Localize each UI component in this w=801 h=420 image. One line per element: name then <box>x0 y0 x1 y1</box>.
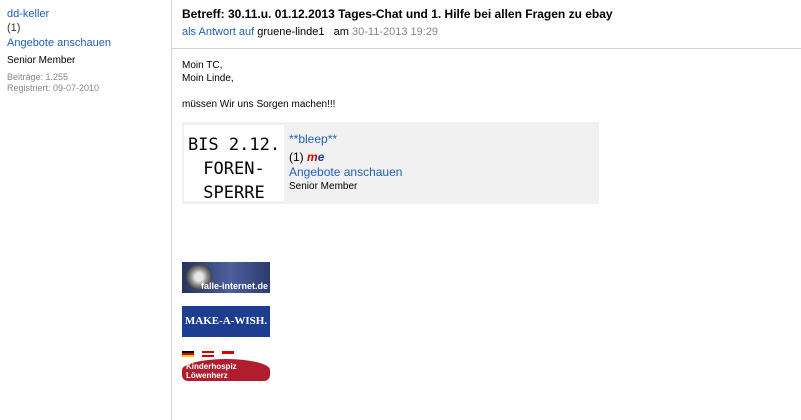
user-avatar: BIS 2.12. FOREN- SPERRE <box>184 125 284 203</box>
author-offers-link[interactable]: Angebote anschauen <box>7 37 111 49</box>
card-feedback-count: (1) <box>289 150 304 164</box>
hospiz-banner[interactable]: Kinderhospiz Löwenherz <box>182 350 270 382</box>
reply-to-link[interactable]: gruene-linde1 <box>257 26 324 38</box>
column-divider <box>171 0 172 420</box>
falle-internet-banner[interactable]: falle-internet.de <box>182 262 270 293</box>
avatar-text-line: SPERRE <box>203 183 265 203</box>
card-rank: Senior Member <box>289 181 358 192</box>
author-registered-date: Registriert: 09-07-2010 <box>7 83 100 93</box>
embedded-user-card: BIS 2.12. FOREN- SPERRE **bleep** (1) me… <box>182 122 599 204</box>
post-date: 30-11-2013 19:29 <box>352 26 439 38</box>
banner-label: Kinderhospiz Löwenherz <box>186 362 237 380</box>
author-sidebar: dd-keller (1) Angebote anschauen Senior … <box>0 0 171 420</box>
avatar-text-line: FOREN- <box>203 159 265 179</box>
post-title: Betreff: 30.11.u. 01.12.2013 Tages-Chat … <box>182 7 613 21</box>
post-body-line: müssen Wir uns Sorgen machen!!! <box>182 99 336 110</box>
card-user-name-link[interactable]: **bleep** <box>289 132 337 146</box>
banner-label: falle-internet.de <box>200 281 268 291</box>
author-name-link[interactable]: dd-keller <box>7 8 49 20</box>
author-post-count: Beiträge: 1.255 <box>7 72 69 82</box>
card-offers-link[interactable]: Angebote anschauen <box>289 165 402 179</box>
banner-label: MAKE-A-WISH. <box>184 315 268 327</box>
author-feedback-count: (1) <box>7 22 21 34</box>
post-separator <box>172 48 801 49</box>
reply-prefix: als Antwort auf <box>182 26 255 38</box>
make-a-wish-banner[interactable]: MAKE-A-WISH. <box>182 306 270 337</box>
card-feedback: (1) me <box>289 150 324 164</box>
avatar-text-line: BIS 2.12. <box>187 135 281 155</box>
date-prefix: am <box>333 26 349 38</box>
reply-info: als Antwort auf gruene-linde1 am 30-11-2… <box>182 26 438 38</box>
flags-icon <box>182 351 234 357</box>
me-logo-icon: me <box>307 150 325 164</box>
author-rank: Senior Member <box>7 55 76 66</box>
post-body-line: Moin TC, <box>182 60 223 71</box>
post-body-line: Moin Linde, <box>182 73 234 84</box>
